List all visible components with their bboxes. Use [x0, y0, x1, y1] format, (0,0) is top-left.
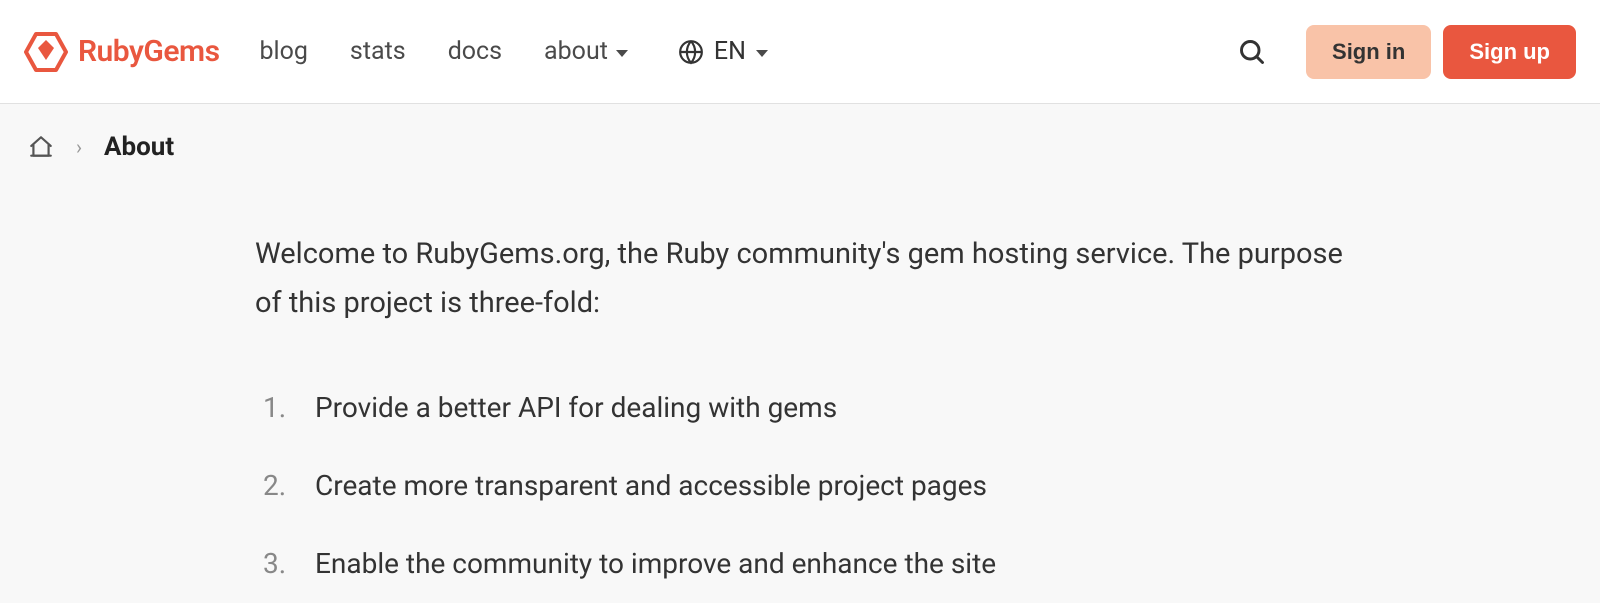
page-content: Welcome to RubyGems.org, the Ruby commun…	[235, 190, 1365, 603]
breadcrumb-separator: ›	[76, 135, 82, 159]
search-button[interactable]	[1238, 38, 1266, 66]
chevron-down-icon	[756, 50, 768, 57]
home-icon	[28, 134, 54, 160]
main-nav: blog stats docs about EN	[260, 37, 768, 66]
intro-paragraph: Welcome to RubyGems.org, the Ruby commun…	[255, 230, 1345, 329]
nav-about[interactable]: about	[544, 37, 628, 66]
signup-button[interactable]: Sign up	[1443, 25, 1576, 79]
globe-icon	[678, 39, 704, 65]
nav-stats[interactable]: stats	[350, 37, 406, 66]
language-selector[interactable]: EN	[678, 37, 768, 66]
list-item: Provide a better API for dealing with ge…	[255, 369, 1345, 447]
breadcrumb-current: About	[104, 132, 174, 162]
brand-logo[interactable]: RubyGems	[24, 30, 220, 74]
nav-blog[interactable]: blog	[260, 37, 308, 66]
nav-about-label: about	[544, 37, 608, 66]
site-header: RubyGems blog stats docs about EN Sign i…	[0, 0, 1600, 104]
breadcrumb: › About	[0, 104, 1600, 190]
signin-button[interactable]: Sign in	[1306, 25, 1431, 79]
nav-docs[interactable]: docs	[448, 37, 502, 66]
breadcrumb-home[interactable]	[28, 134, 54, 160]
search-icon	[1238, 38, 1266, 66]
chevron-down-icon	[616, 50, 628, 57]
list-item: Create more transparent and accessible p…	[255, 447, 1345, 525]
language-label: EN	[714, 37, 746, 66]
list-item: Enable the community to improve and enha…	[255, 525, 1345, 603]
gem-hexagon-icon	[24, 30, 68, 74]
purpose-list: Provide a better API for dealing with ge…	[255, 369, 1345, 603]
brand-name: RubyGems	[78, 34, 220, 69]
